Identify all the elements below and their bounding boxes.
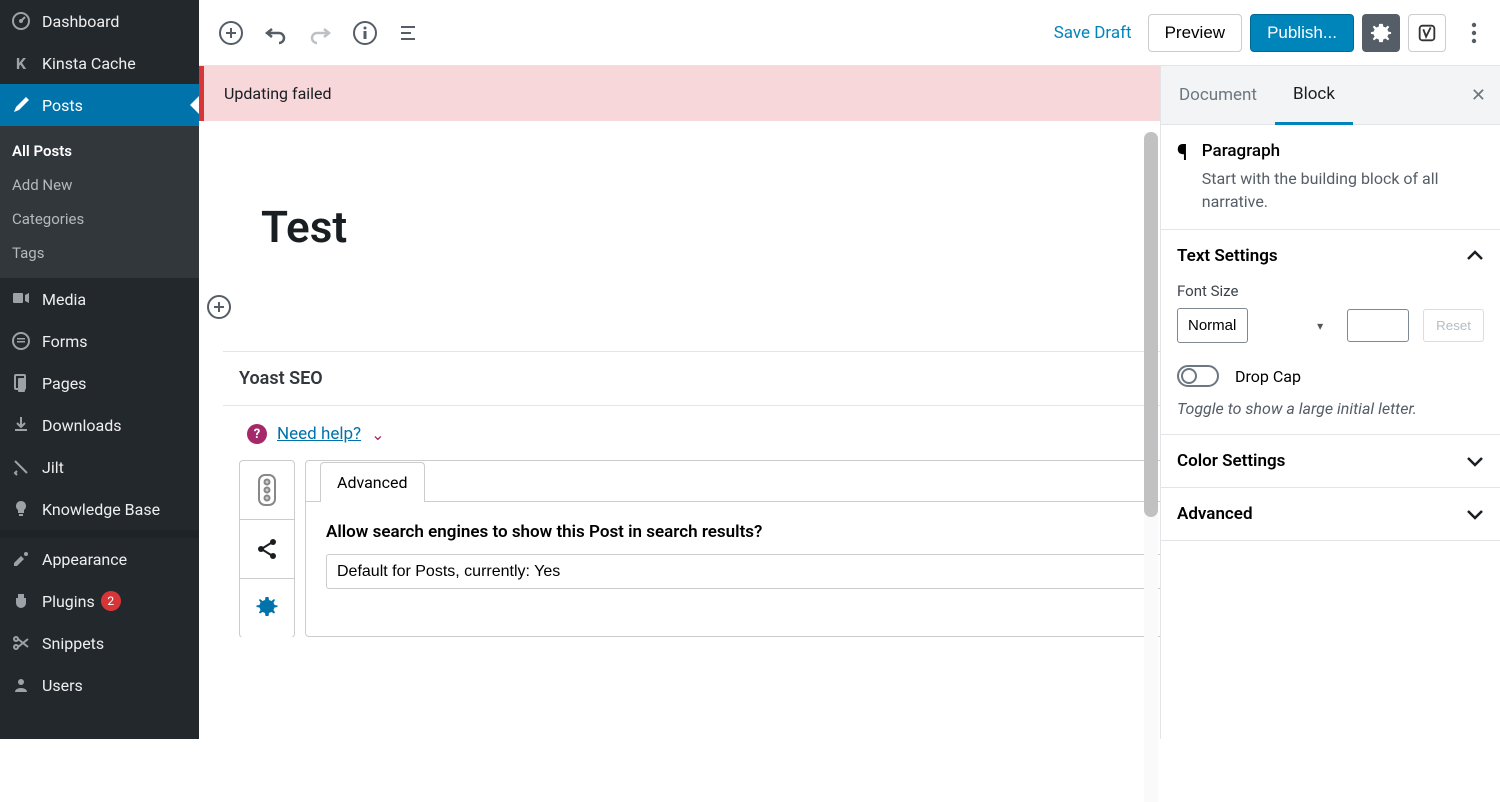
- need-help-link[interactable]: Need help?: [277, 424, 361, 444]
- yoast-toggle-button[interactable]: [1408, 14, 1446, 52]
- font-size-select[interactable]: Normal: [1177, 308, 1248, 343]
- menu-label: Posts: [42, 96, 83, 115]
- help-icon: ?: [247, 424, 267, 444]
- appearance-icon: [10, 548, 32, 570]
- menu-plugins[interactable]: Plugins 2: [0, 580, 199, 622]
- downloads-icon: [10, 414, 32, 436]
- users-icon: [10, 674, 32, 696]
- drop-cap-hint: Toggle to show a large initial letter.: [1177, 399, 1484, 418]
- lightbulb-icon: [10, 498, 32, 520]
- menu-label: Downloads: [42, 416, 121, 435]
- preview-button[interactable]: Preview: [1148, 14, 1242, 52]
- block-title: Paragraph: [1202, 141, 1484, 161]
- undo-button[interactable]: [261, 19, 289, 47]
- menu-snippets[interactable]: Snippets: [0, 622, 199, 664]
- forms-icon: [10, 330, 32, 352]
- posts-icon: [10, 94, 32, 116]
- color-settings-header[interactable]: Color Settings: [1177, 451, 1484, 471]
- save-draft-button[interactable]: Save Draft: [1046, 15, 1140, 51]
- add-block-inline-button[interactable]: [207, 295, 231, 319]
- font-size-label: Font Size: [1177, 282, 1484, 300]
- font-size-input[interactable]: [1347, 309, 1409, 342]
- submenu-categories[interactable]: Categories: [0, 202, 199, 236]
- kinsta-icon: K: [10, 52, 32, 74]
- yoast-advanced-tab[interactable]: [239, 578, 295, 637]
- yoast-subtab-advanced[interactable]: Advanced: [320, 462, 425, 502]
- menu-label: Appearance: [42, 550, 127, 569]
- menu-label: Forms: [42, 332, 88, 351]
- menu-label: Snippets: [42, 634, 104, 653]
- menu-label: Users: [42, 676, 83, 695]
- menu-jilt[interactable]: Jilt: [0, 446, 199, 488]
- menu-forms[interactable]: Forms: [0, 320, 199, 362]
- menu-label: Jilt: [42, 458, 64, 477]
- posts-submenu: All Posts Add New Categories Tags: [0, 126, 199, 278]
- plugins-badge: 2: [101, 591, 121, 611]
- font-size-reset-button[interactable]: Reset: [1423, 309, 1484, 342]
- close-settings-button[interactable]: ✕: [1457, 85, 1500, 106]
- jilt-icon: [10, 456, 32, 478]
- paragraph-icon: ¶: [1177, 141, 1188, 213]
- tab-block[interactable]: Block: [1275, 66, 1353, 125]
- yoast-social-tab[interactable]: [239, 519, 295, 579]
- media-icon: [10, 288, 32, 310]
- add-block-button[interactable]: [219, 21, 243, 45]
- menu-dashboard[interactable]: Dashboard: [0, 0, 199, 42]
- menu-pages[interactable]: Pages: [0, 362, 199, 404]
- publish-button[interactable]: Publish...: [1250, 14, 1354, 52]
- settings-gear-button[interactable]: [1362, 14, 1400, 52]
- plugins-icon: [10, 590, 32, 612]
- menu-label: Plugins: [42, 592, 95, 611]
- chevron-down-icon: [1466, 508, 1484, 520]
- tab-document[interactable]: Document: [1161, 67, 1275, 123]
- menu-label: Knowledge Base: [42, 500, 160, 519]
- menu-appearance[interactable]: Appearance: [0, 538, 199, 580]
- block-description: Start with the building block of all nar…: [1202, 167, 1484, 213]
- menu-kinsta-cache[interactable]: K Kinsta Cache: [0, 42, 199, 84]
- menu-label: Dashboard: [42, 12, 119, 31]
- yoast-title: Yoast SEO: [239, 368, 323, 389]
- menu-label: Pages: [42, 374, 86, 393]
- menu-label: Media: [42, 290, 86, 309]
- submenu-tags[interactable]: Tags: [0, 236, 199, 270]
- submenu-all-posts[interactable]: All Posts: [0, 134, 199, 168]
- menu-users[interactable]: Users: [0, 664, 199, 706]
- notice-message: Updating failed: [224, 84, 332, 103]
- more-menu-button[interactable]: [1460, 19, 1488, 47]
- dashboard-icon: [10, 10, 32, 32]
- menu-downloads[interactable]: Downloads: [0, 404, 199, 446]
- info-button[interactable]: [353, 21, 377, 45]
- editor: Save Draft Preview Publish... Updating f…: [199, 0, 1500, 739]
- menu-media[interactable]: Media: [0, 278, 199, 320]
- drop-cap-label: Drop Cap: [1235, 367, 1301, 386]
- advanced-settings-header[interactable]: Advanced: [1177, 504, 1484, 524]
- yoast-traffic-light-tab[interactable]: [239, 460, 295, 520]
- chevron-up-icon: [1466, 250, 1484, 262]
- redo-button[interactable]: [307, 19, 335, 47]
- menu-posts[interactable]: Posts: [0, 84, 199, 126]
- settings-sidebar: Document Block ✕ ¶ Paragraph Start with …: [1160, 66, 1500, 739]
- admin-sidebar: Dashboard K Kinsta Cache Posts All Posts…: [0, 0, 199, 739]
- menu-label: Kinsta Cache: [42, 54, 136, 73]
- chevron-down-icon: [1466, 455, 1484, 467]
- text-settings-header[interactable]: Text Settings: [1177, 246, 1484, 266]
- editor-header: Save Draft Preview Publish...: [199, 0, 1500, 66]
- outline-button[interactable]: [395, 19, 423, 47]
- snippets-icon: [10, 632, 32, 654]
- scrollbar[interactable]: [1144, 132, 1158, 802]
- menu-knowledge-base[interactable]: Knowledge Base: [0, 488, 199, 530]
- pages-icon: [10, 372, 32, 394]
- drop-cap-toggle[interactable]: [1177, 365, 1219, 387]
- submenu-add-new[interactable]: Add New: [0, 168, 199, 202]
- chevron-down-icon: ⌄: [371, 425, 384, 444]
